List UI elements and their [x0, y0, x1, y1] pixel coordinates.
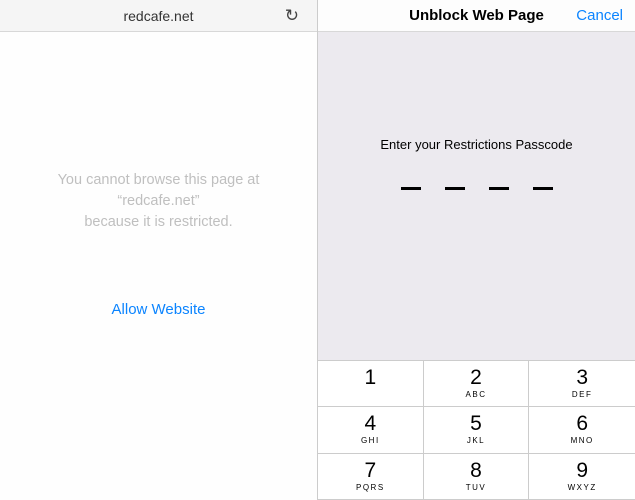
key-letters: DEF: [572, 390, 593, 400]
reload-icon[interactable]: ↻: [285, 6, 299, 26]
key-1[interactable]: 1: [318, 361, 424, 407]
key-number: 8: [470, 460, 482, 481]
key-letters: MNO: [571, 436, 594, 446]
key-letters: PQRS: [356, 483, 385, 493]
key-number: 6: [576, 413, 588, 434]
restricted-line-3: because it is restricted.: [58, 212, 260, 233]
key-8[interactable]: 8 TUV: [424, 454, 530, 500]
key-7[interactable]: 7 PQRS: [318, 454, 424, 500]
key-5[interactable]: 5 JKL: [424, 407, 530, 453]
key-6[interactable]: 6 MNO: [529, 407, 635, 453]
key-letters: TUV: [466, 483, 487, 493]
key-letters: JKL: [467, 436, 485, 446]
url-bar: redcafe.net ↻: [0, 0, 317, 32]
passcode-digit-3: [489, 187, 509, 190]
key-3[interactable]: 3 DEF: [529, 361, 635, 407]
key-letters: GHI: [361, 436, 380, 446]
key-number: 4: [364, 413, 376, 434]
restricted-line-1: You cannot browse this page at: [58, 170, 260, 191]
restricted-line-2: “redcafe.net”: [58, 191, 260, 212]
key-number: 7: [364, 460, 376, 481]
key-4[interactable]: 4 GHI: [318, 407, 424, 453]
passcode-prompt: Enter your Restrictions Passcode: [380, 137, 572, 152]
passcode-digit-1: [401, 187, 421, 190]
key-letters: WXYZ: [568, 483, 597, 493]
restricted-message: You cannot browse this page at “redcafe.…: [58, 170, 260, 233]
url-text: redcafe.net: [123, 8, 193, 24]
passcode-area: Enter your Restrictions Passcode: [318, 32, 635, 360]
passcode-panel: Unblock Web Page Cancel Enter your Restr…: [317, 0, 635, 500]
key-number: 5: [470, 413, 482, 434]
key-number: 1: [364, 367, 376, 388]
numeric-keypad: 1 2 ABC 3 DEF 4 GHI 5 JKL 6 MNO 7 PQRS 8: [318, 360, 635, 500]
key-9[interactable]: 9 WXYZ: [529, 454, 635, 500]
key-letters: ABC: [466, 390, 487, 400]
cancel-button[interactable]: Cancel: [576, 7, 623, 24]
passcode-digit-4: [533, 187, 553, 190]
key-2[interactable]: 2 ABC: [424, 361, 530, 407]
passcode-digit-2: [445, 187, 465, 190]
restricted-content: You cannot browse this page at “redcafe.…: [0, 32, 317, 500]
key-number: 2: [470, 367, 482, 388]
browser-panel: redcafe.net ↻ You cannot browse this pag…: [0, 0, 317, 500]
key-number: 9: [576, 460, 588, 481]
modal-title: Unblock Web Page: [409, 7, 544, 24]
passcode-input: [401, 187, 553, 190]
modal-header: Unblock Web Page Cancel: [318, 0, 635, 32]
allow-website-link[interactable]: Allow Website: [112, 301, 206, 318]
key-number: 3: [576, 367, 588, 388]
